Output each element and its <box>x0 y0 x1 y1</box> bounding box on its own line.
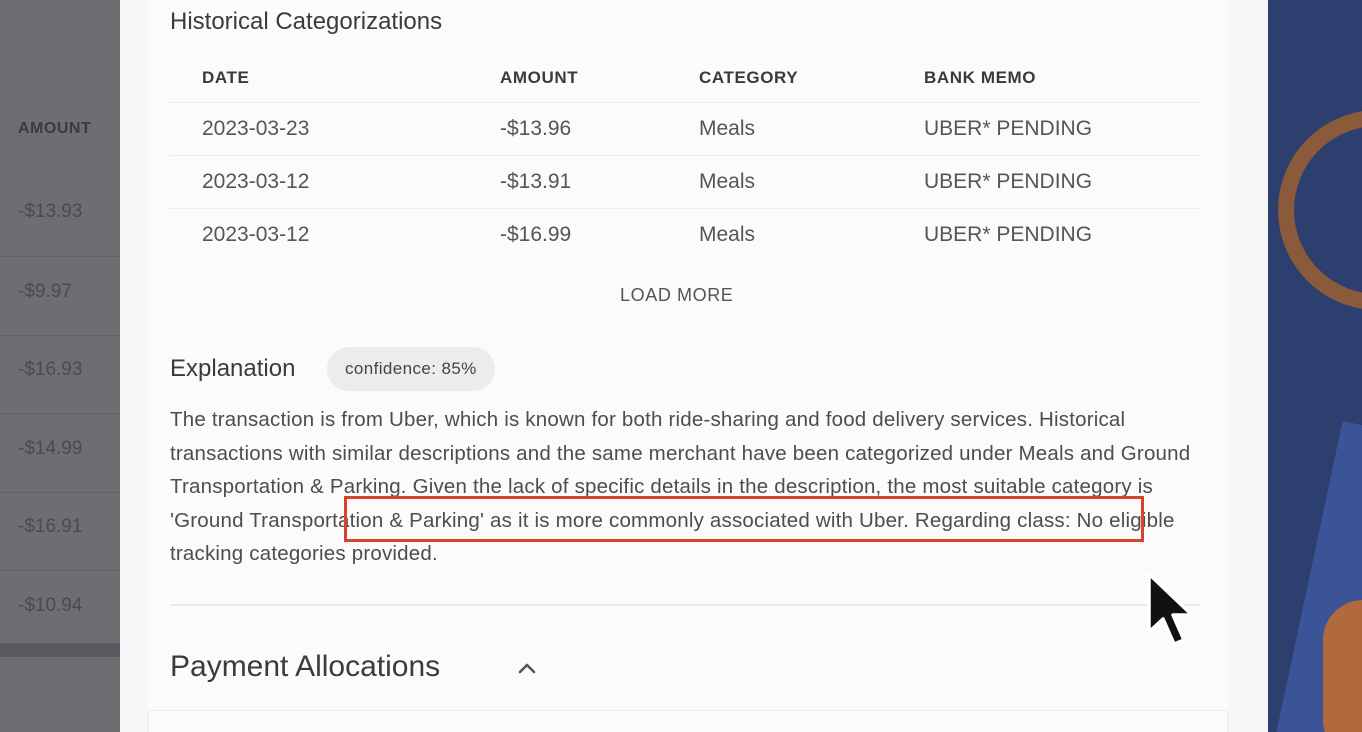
cell-amount: -$13.96 <box>468 101 667 155</box>
section-divider <box>170 604 1200 606</box>
table-row[interactable]: 2023-03-12 -$16.99 Meals UBER* PENDING <box>170 207 1200 261</box>
column-header-date[interactable]: DATE <box>170 54 468 102</box>
background-amount: -$14.99 <box>18 438 83 459</box>
payment-allocations-title[interactable]: Payment Allocations <box>170 650 440 684</box>
divider <box>0 492 120 493</box>
column-header-category[interactable]: CATEGORY <box>667 54 892 102</box>
wallpaper-shape <box>1323 600 1362 732</box>
historical-categorizations-title: Historical Categorizations <box>170 8 443 35</box>
column-header-amount[interactable]: AMOUNT <box>468 54 667 102</box>
cell-bank-memo: UBER* PENDING <box>892 207 1200 261</box>
cell-category: Meals <box>667 154 892 208</box>
load-more-button[interactable]: LOAD MORE <box>620 285 733 306</box>
table-row[interactable]: 2023-03-23 -$13.96 Meals UBER* PENDING <box>170 101 1200 155</box>
background-amount: -$13.93 <box>18 201 83 222</box>
cell-amount: -$13.91 <box>468 154 667 208</box>
background-amount: -$16.91 <box>18 516 83 537</box>
background-amount: -$9.97 <box>18 281 72 302</box>
divider <box>0 413 120 414</box>
cell-date: 2023-03-12 <box>170 154 468 208</box>
background-transaction-list: AMOUNT -$13.93 -$9.97 -$16.93 -$14.99 -$… <box>0 0 120 732</box>
cell-date: 2023-03-23 <box>170 101 468 155</box>
historical-categorizations-table: DATE AMOUNT CATEGORY BANK MEMO 2023-03-2… <box>170 54 1200 261</box>
divider <box>0 335 120 336</box>
highlight-annotation-box <box>344 496 1144 542</box>
cell-category: Meals <box>667 101 892 155</box>
wallpaper-shape <box>1278 110 1362 310</box>
cell-bank-memo: UBER* PENDING <box>892 101 1200 155</box>
cell-date: 2023-03-12 <box>170 207 468 261</box>
mouse-pointer-icon <box>1147 572 1194 646</box>
background-amount: -$16.93 <box>18 359 83 380</box>
cell-category: Meals <box>667 207 892 261</box>
table-header-row: DATE AMOUNT CATEGORY BANK MEMO <box>170 54 1200 102</box>
background-footer <box>0 643 120 657</box>
table-row[interactable]: 2023-03-12 -$13.91 Meals UBER* PENDING <box>170 154 1200 208</box>
divider <box>0 570 120 571</box>
divider <box>0 256 120 257</box>
column-header-bank-memo[interactable]: BANK MEMO <box>892 54 1200 102</box>
confidence-badge: confidence: 85% <box>327 347 495 391</box>
cell-amount: -$16.99 <box>468 207 667 261</box>
explanation-text: The transaction is from Uber, which is k… <box>170 408 1191 565</box>
background-amount: -$10.94 <box>18 595 83 616</box>
background-amount-header: AMOUNT <box>18 120 92 137</box>
desktop-wallpaper <box>1268 0 1362 732</box>
chevron-up-icon[interactable] <box>514 655 540 681</box>
cell-bank-memo: UBER* PENDING <box>892 154 1200 208</box>
explanation-title: Explanation <box>170 355 296 382</box>
payment-allocations-content <box>148 710 1228 732</box>
